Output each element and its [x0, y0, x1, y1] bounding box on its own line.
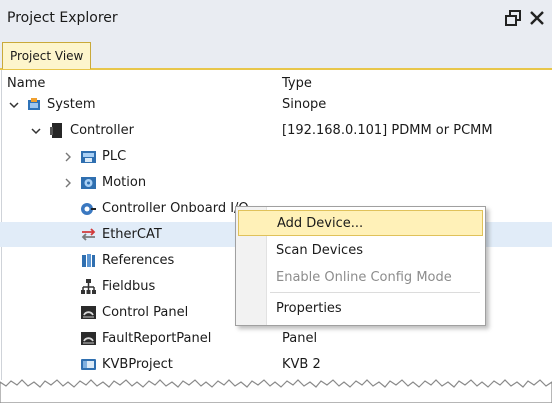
title-bar: Project Explorer: [0, 0, 552, 39]
tree-row-faultreportpanel[interactable]: FaultReportPanel Panel: [0, 326, 552, 351]
chevron-right-icon[interactable]: [62, 144, 74, 169]
tree-row-motion[interactable]: Motion: [0, 170, 552, 195]
tree-item-label: Controller: [70, 123, 134, 138]
tree-item-label: System: [47, 97, 96, 112]
tree-item-label: Fieldbus: [102, 279, 156, 294]
ethercat-icon: [80, 226, 97, 243]
tree-item-label: References: [102, 253, 175, 268]
tab-strip: Project View: [0, 38, 552, 70]
menu-item-add-device[interactable]: Add Device...: [238, 210, 483, 236]
project-explorer-panel: Project Explorer Project View Name Type: [0, 0, 552, 403]
tree-item-label: EtherCAT: [102, 227, 162, 242]
tree-item-label: Motion: [102, 175, 147, 190]
chevron-down-icon[interactable]: [30, 118, 42, 143]
float-window-icon[interactable]: [503, 8, 523, 28]
tree-item-label: KVBProject: [102, 357, 173, 372]
tree-row-plc[interactable]: PLC: [0, 144, 552, 169]
control-panel-icon: [80, 304, 97, 321]
tree-item-type: Panel: [282, 331, 318, 346]
menu-item-properties[interactable]: Properties: [238, 296, 483, 322]
menu-item-scan-devices[interactable]: Scan Devices: [238, 238, 483, 264]
tree-item-label: Controller Onboard I/O: [102, 201, 249, 216]
fieldbus-icon: [80, 278, 97, 295]
torn-edge: [0, 379, 552, 403]
context-menu: Add Device... Scan Devices Enable Online…: [235, 206, 486, 326]
panel-icon: [80, 330, 97, 347]
plc-icon: [80, 148, 97, 165]
tab-project-view[interactable]: Project View: [2, 42, 92, 69]
column-header-name[interactable]: Name: [7, 76, 45, 91]
tree-row-kvbproject[interactable]: KVBProject KVB 2: [0, 352, 552, 377]
chevron-down-icon[interactable]: [8, 92, 20, 117]
menu-item-enable-online-config-mode: Enable Online Config Mode: [276, 270, 452, 285]
menu-separator: [270, 292, 480, 293]
tree-row-system[interactable]: System Sinope: [0, 92, 552, 117]
tree-item-type: [192.168.0.101] PDMM or PCMM: [282, 123, 493, 138]
references-icon: [80, 252, 97, 269]
tree-row-controller[interactable]: Controller [192.168.0.101] PDMM or PCMM: [0, 118, 552, 143]
chevron-right-icon[interactable]: [62, 170, 74, 195]
column-header-type[interactable]: Type: [282, 76, 312, 91]
tree-item-label: FaultReportPanel: [102, 331, 212, 346]
panel-title: Project Explorer: [7, 10, 118, 26]
tree-item-label: PLC: [102, 149, 127, 164]
system-icon: [26, 96, 43, 113]
tree-item-label: Control Panel: [102, 305, 189, 320]
onboard-io-icon: [80, 200, 97, 217]
tree-item-type: Sinope: [282, 97, 327, 112]
tree-item-type: KVB 2: [282, 357, 321, 372]
kvb-project-icon: [80, 356, 97, 373]
close-icon[interactable]: [527, 8, 547, 28]
motion-icon: [80, 174, 97, 191]
controller-icon: [48, 122, 65, 139]
